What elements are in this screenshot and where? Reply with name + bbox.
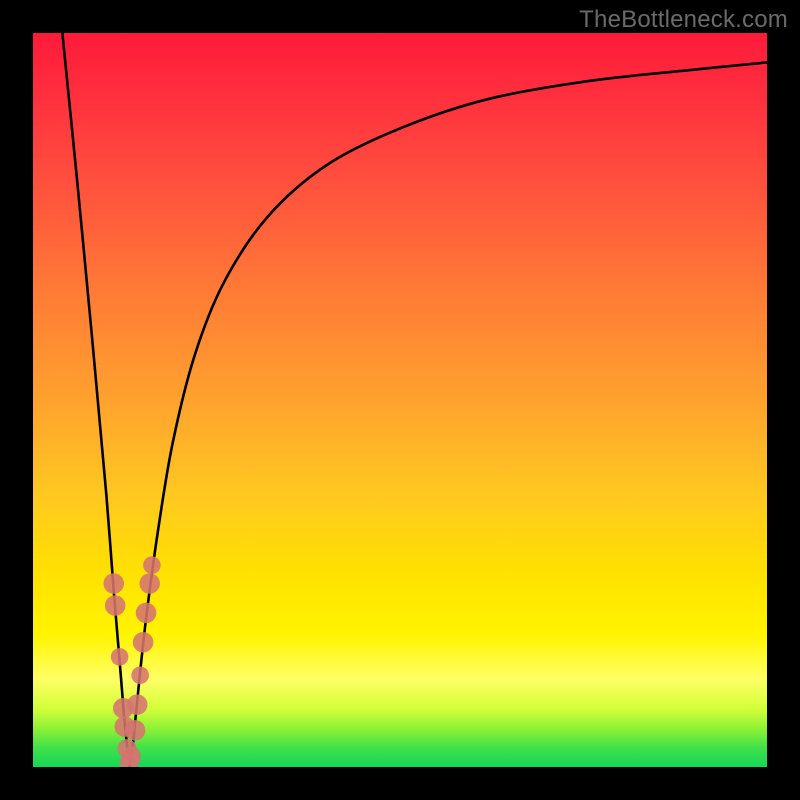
plot-area <box>33 33 767 767</box>
data-point <box>127 694 148 715</box>
data-point <box>143 556 161 574</box>
data-point <box>125 720 146 741</box>
data-point <box>105 595 126 616</box>
data-points <box>103 556 160 767</box>
data-point <box>111 648 129 666</box>
data-point <box>122 746 141 765</box>
data-point <box>133 632 154 653</box>
data-point <box>131 666 149 684</box>
curve-right-branch <box>130 62 767 767</box>
data-point <box>103 573 124 594</box>
chart-frame: TheBottleneck.com <box>0 0 800 800</box>
data-point <box>139 573 160 594</box>
watermark-text: TheBottleneck.com <box>579 6 788 34</box>
data-point <box>136 603 157 624</box>
chart-svg <box>33 33 767 767</box>
